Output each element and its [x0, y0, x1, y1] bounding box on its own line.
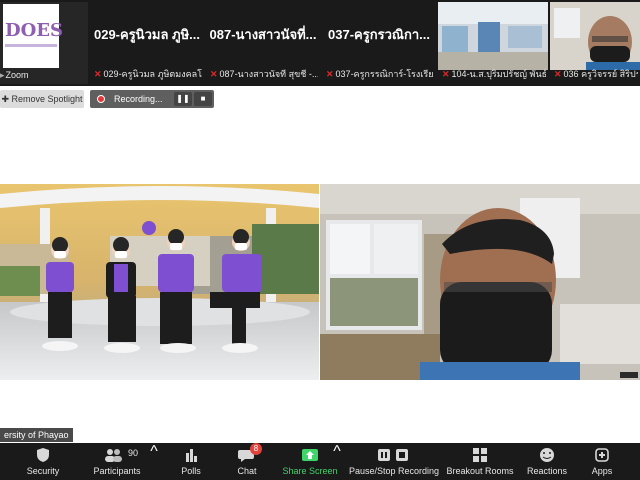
participant-name: ✕036 ครูวิจรรย์ สิริประเ...: [554, 69, 638, 79]
poll-bars-icon: [186, 449, 197, 462]
organization-logo: DOES: [3, 4, 64, 68]
share-screen-menu-caret[interactable]: ^: [333, 443, 341, 480]
logo-wordmark: DOES: [5, 20, 64, 41]
security-button[interactable]: Security: [20, 443, 66, 480]
reactions-button[interactable]: Reactions: [524, 443, 570, 480]
polls-button[interactable]: Polls: [174, 443, 208, 480]
recording-status-bar: Recording... ❚❚ ■: [90, 90, 214, 108]
muted-mic-icon: ✕: [442, 69, 450, 79]
participant-name: ✕ 104-น.ส.ปุริมปรัชญ์ พันธ์...: [442, 69, 546, 79]
participant-name: ✕ 037-ครูกรรณิการ์-โรงเรีย...: [326, 69, 434, 79]
teacher-webcam: [320, 184, 640, 380]
chat-button[interactable]: 8 Chat: [230, 443, 264, 480]
participant-video-tile[interactable]: ✕036 ครูวิจรรย์ สิริประเ...: [550, 2, 640, 84]
chat-unread-badge: 8: [250, 443, 262, 455]
pause-stop-recording-button[interactable]: Pause/Stop Recording: [348, 443, 440, 480]
participant-display-name: 029-ครูนิวมล ภูษิ...: [93, 27, 200, 42]
participant-tile[interactable]: 037-ครูกรวณิกา... ✕ 037-ครูกรรณิการ์-โรงเ…: [322, 2, 436, 84]
spotlight-video-studio[interactable]: [0, 184, 319, 380]
recording-status-text: Recording...: [114, 94, 163, 104]
participant-video-large[interactable]: [320, 184, 640, 380]
breakout-grid-icon: [473, 448, 487, 462]
teacher-video: [550, 2, 640, 70]
pause-recording-button[interactable]: ❚❚: [174, 92, 192, 106]
participant-name: ▸Zoom: [0, 70, 29, 80]
participant-display-name: 037-ครูกรวณิกา...: [328, 27, 430, 42]
pin-icon: ✚: [1, 94, 12, 104]
participants-button[interactable]: 90 Participants: [88, 443, 146, 480]
share-screen-icon: [302, 449, 318, 461]
participants-count: 90: [128, 448, 139, 458]
remove-spotlight-button[interactable]: ✚ Remove Spotlight: [0, 90, 84, 108]
participant-tile-zoom[interactable]: DOES ▸Zoom: [0, 2, 88, 84]
participant-video-tile[interactable]: ✕ 104-น.ส.ปุริมปรัชญ์ พันธ์...: [438, 2, 548, 84]
apps-icon: [595, 448, 609, 462]
smiley-icon: [540, 448, 554, 462]
share-screen-button[interactable]: Share Screen: [282, 443, 338, 480]
studio-scene: [0, 184, 319, 380]
participant-name: ✕ 087-นางสาวนัจที สุขชี -...: [210, 69, 318, 79]
muted-mic-icon: ✕: [326, 69, 334, 79]
muted-mic-icon: ✕: [94, 69, 102, 79]
participant-display-name: 087-นางสาวนัจที่...: [209, 27, 317, 42]
muted-mic-icon: ✕: [210, 69, 218, 79]
pause-stop-icon: [378, 449, 408, 461]
participants-menu-caret[interactable]: ^: [150, 443, 158, 480]
apps-button[interactable]: Apps: [584, 443, 620, 480]
participant-tile[interactable]: 029-ครูนิวมล ภูษิ... ✕ 029-ครูนิวมล ภูษิต…: [90, 2, 204, 84]
participant-strip: DOES ▸Zoom 029-ครูนิวมล ภูษิ... ✕ 029-ครู…: [0, 0, 640, 86]
camera-icon: ▸: [0, 70, 5, 80]
speaker-name-label: ersity of Phayao: [0, 428, 73, 442]
record-indicator-icon: [97, 95, 105, 103]
breakout-rooms-button[interactable]: Breakout Rooms: [446, 443, 514, 480]
muted-mic-icon: ✕: [554, 69, 562, 79]
meeting-toolbar: Security 90 Participants ^ Polls 8 Chat …: [0, 443, 640, 480]
participant-tile[interactable]: 087-นางสาวนัจที่... ✕ 087-นางสาวนัจที สุข…: [206, 2, 320, 84]
classroom-video: [438, 2, 548, 70]
participant-name: ✕029-ครูนิวมล ภูษิตมงคลโช...: [94, 69, 202, 79]
shield-icon: [37, 448, 49, 462]
stop-recording-button[interactable]: ■: [194, 92, 212, 106]
